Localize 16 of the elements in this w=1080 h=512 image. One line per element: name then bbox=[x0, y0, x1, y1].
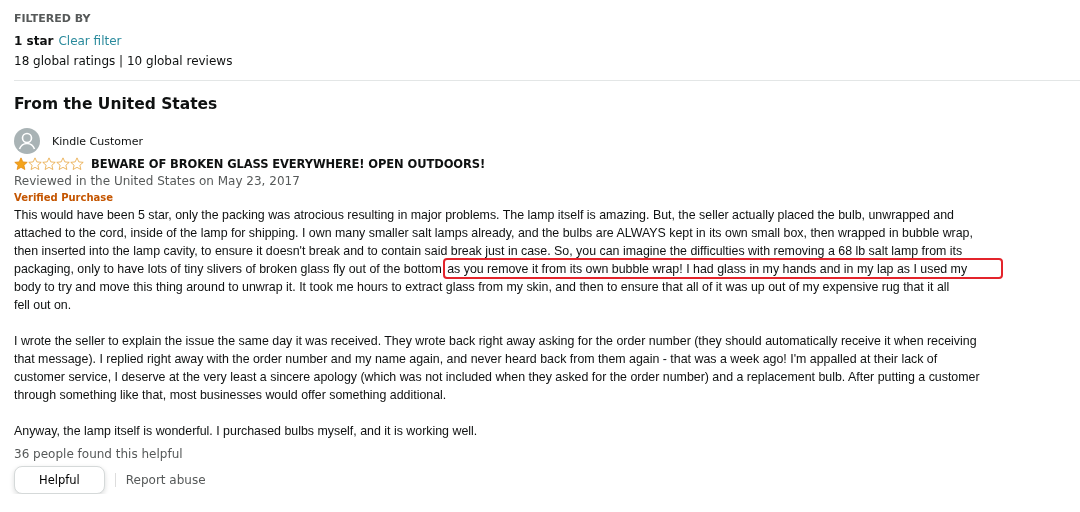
review-paragraph: Anyway, the lamp itself is wonderful. I purchased bulbs myself, and it is working well. bbox=[14, 423, 479, 440]
review-paragraph: This would have been 5 star, only the packing was atrocious resulting in major problems. The lamp itself is amazing. But, the seller actually placed the bulb, unwrapped and attached to the cord, inside of the lamp for shipping. I own many smaller salt lamps already, and the bulbs are ALWAYS kept in its own small box, then wrapped in bubble wrap, then inserted into the lamp cavity, to ensure it doesn't break and to contain said break just in case. So, you can imagine the difficulties with removing a 68 lb salt lamp from its packaging, only to have lots of tiny slivers of broken glass fly out of the bottom as you remove it from its own bubble wrap! I had glass in my hands and in my lap as I used my body to try and move this thing around to unwrap it. It took me hours to extract glass from my skin, and then to ensure that all of it was up out of my expensive rug that it all fell out on. bbox=[14, 206, 1080, 314]
section-title: From the United States bbox=[14, 94, 219, 114]
author-name: Kindle Customer bbox=[52, 134, 143, 148]
avatar-icon bbox=[14, 128, 40, 154]
review-title[interactable]: BEWARE OF BROKEN GLASS EVERYWHERE! OPEN OUTDOORS! bbox=[91, 157, 486, 171]
ratings-summary: 18 global ratings | 10 global reviews bbox=[14, 53, 234, 69]
review-date: Reviewed in the United States on May 23, 2017 bbox=[14, 173, 301, 189]
filter-value: 1 star bbox=[14, 33, 54, 49]
helpful-count: 36 people found this helpful bbox=[14, 446, 184, 462]
filter-heading: FILTERED BY bbox=[14, 12, 92, 26]
helpful-button[interactable]: Helpful bbox=[14, 466, 105, 494]
verified-purchase-label: Verified Purchase bbox=[14, 191, 115, 205]
clear-filter-link[interactable]: Clear filter bbox=[58, 33, 122, 49]
review-paragraph: I wrote the seller to explain the issue the same day it was received. They wrote back right away asking for the order number (they should automatically receive it when receiving that message). I replied right away with the order number and my name again, and never heard back from them again - that was a week ago! I'm appalled at their lack of customer service, I deserve at the very least a sincere apology (which was not included when they asked for the order number) and a replacement bulb. After putting a customer through something like that, most businesses would offer something additional. bbox=[14, 333, 981, 404]
report-abuse-link[interactable]: Report abuse bbox=[125, 473, 206, 487]
